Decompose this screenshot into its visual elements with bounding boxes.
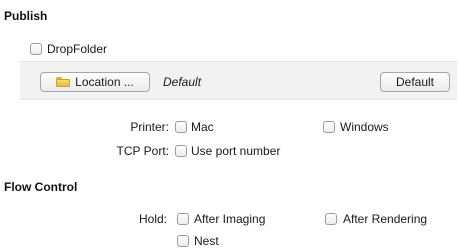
nest-label: Nest <box>194 234 219 248</box>
printer-label: Printer: <box>130 120 169 134</box>
after-rendering-label: After Rendering <box>343 212 428 226</box>
use-port-number-label: Use port number <box>191 144 281 158</box>
publish-section-title: Publish <box>4 9 48 23</box>
flow-control-section-title: Flow Control <box>4 180 78 194</box>
after-imaging-checkbox[interactable] <box>177 213 189 225</box>
printer-mac-label: Mac <box>191 120 214 134</box>
printer-windows-checkbox[interactable] <box>323 121 335 133</box>
dropfolder-checkbox[interactable] <box>30 43 42 55</box>
tcp-port-label: TCP Port: <box>116 144 169 158</box>
after-rendering-checkbox[interactable] <box>325 213 337 225</box>
folder-icon <box>56 77 71 87</box>
printer-windows-label: Windows <box>340 120 389 134</box>
use-port-number-checkbox[interactable] <box>175 145 187 157</box>
dropfolder-label: DropFolder <box>47 42 108 56</box>
location-value: Default <box>163 75 202 89</box>
after-imaging-label: After Imaging <box>194 212 266 226</box>
location-button[interactable]: Location ... <box>40 72 150 92</box>
printer-mac-checkbox[interactable] <box>175 121 187 133</box>
location-button-label: Location ... <box>75 75 134 89</box>
hold-label: Hold: <box>138 212 167 226</box>
nest-checkbox[interactable] <box>177 235 189 247</box>
default-button[interactable]: Default <box>380 72 450 92</box>
